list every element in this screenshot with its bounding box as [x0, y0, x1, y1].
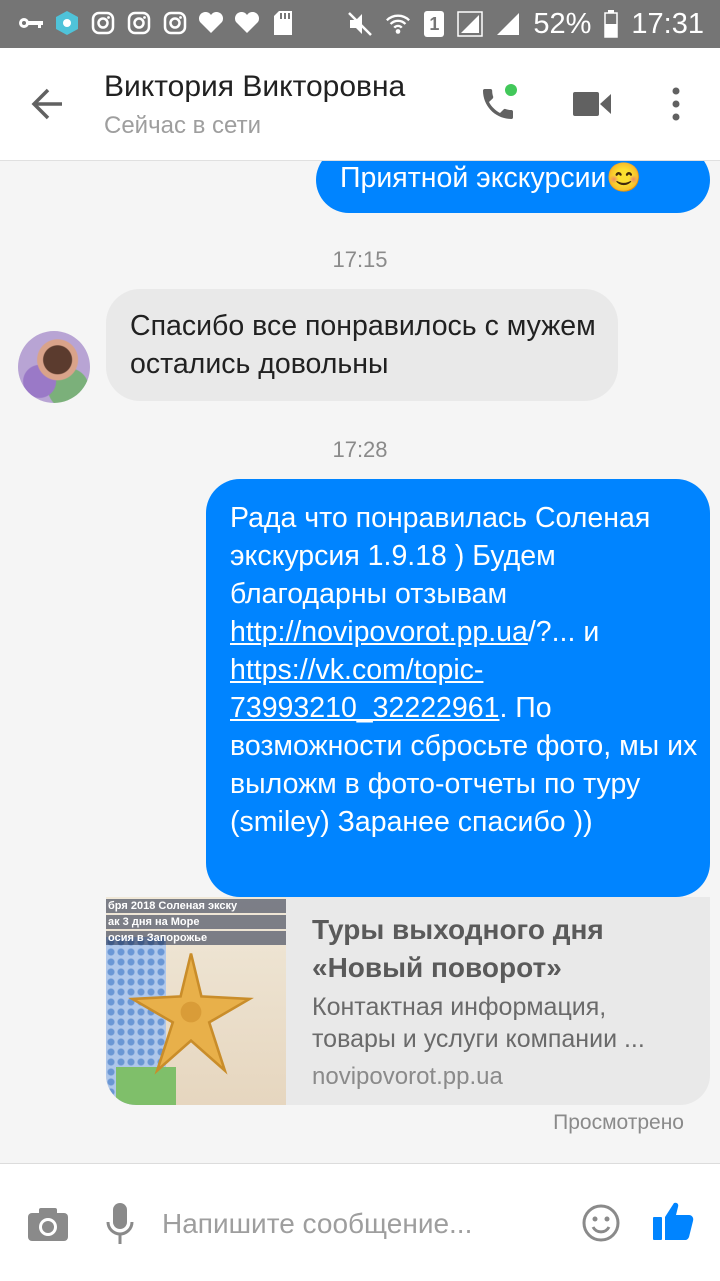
sent-message[interactable]: Приятной экскурсии😊	[316, 161, 710, 213]
preview-thumbnail: бря 2018 Соленая экску ак 3 дня на Море …	[106, 897, 286, 1105]
sd-card-icon	[270, 10, 296, 36]
online-status: Сейчас в сети	[104, 112, 261, 139]
signal-icon	[495, 11, 521, 37]
chat-header: Виктория Викторовна Сейчас в сети	[0, 48, 720, 161]
preview-title: Туры выходного дня «Новый поворот»	[312, 914, 604, 983]
smiley-icon	[582, 1204, 620, 1242]
more-options-button[interactable]	[652, 78, 700, 130]
timestamp: 17:28	[332, 437, 388, 462]
sim-number: 1	[424, 11, 445, 37]
contact-avatar[interactable]	[18, 331, 90, 403]
clock: 17:31	[631, 7, 704, 40]
heart-icon	[234, 10, 260, 36]
instagram-icon	[126, 10, 152, 36]
arrow-left-icon	[31, 88, 62, 120]
camera-button[interactable]	[26, 1202, 70, 1246]
message-text: Спасибо все понравилось с мужем остались…	[130, 310, 596, 380]
signal-icon	[457, 11, 484, 37]
camera-icon	[28, 1208, 68, 1241]
notification-icons	[18, 10, 296, 36]
microphone-icon	[106, 1203, 134, 1244]
sim-icon: 1	[423, 11, 445, 37]
starfish-image	[128, 953, 254, 1075]
message-text-part: Рада что понравилась Соленая экскурсия 1…	[230, 502, 651, 610]
status-bar: 1 52% 17:31	[0, 0, 720, 48]
message-text-part: /?... и	[527, 616, 600, 648]
link-novipovorot[interactable]: http://novipovorot.pp.ua	[230, 616, 528, 648]
online-indicator	[505, 84, 517, 96]
sent-message[interactable]: Рада что понравилась Соленая экскурсия 1…	[206, 479, 710, 897]
system-icons: 1 52% 17:31	[347, 6, 704, 42]
wifi-icon	[385, 11, 411, 37]
image-caption: ак 3 дня на Море	[106, 915, 286, 929]
message-text: Приятной экскурсии😊	[340, 162, 642, 194]
received-message[interactable]: Спасибо все понравилось с мужем остались…	[106, 289, 618, 401]
microphone-button[interactable]	[100, 1200, 140, 1248]
message-list[interactable]: Приятной экскурсии😊 17:15 Спасибо все по…	[0, 161, 720, 1163]
call-button[interactable]	[472, 78, 524, 130]
vpn-icon	[54, 10, 80, 36]
battery-percent: 52%	[533, 7, 592, 40]
video-call-button[interactable]	[566, 78, 618, 130]
like-button[interactable]	[648, 1196, 698, 1246]
seen-indicator: Просмотрено	[553, 1111, 684, 1134]
video-camera-icon	[573, 92, 611, 116]
thumbs-up-icon	[653, 1202, 694, 1240]
battery-icon	[603, 10, 619, 38]
message-input[interactable]	[162, 1202, 562, 1246]
image-caption: бря 2018 Соленая экску	[106, 899, 286, 913]
preview-description-line: Контактная информация,	[312, 993, 607, 1021]
image-caption: осия в Запорожье	[106, 931, 286, 945]
mute-icon	[347, 11, 373, 37]
timestamp: 17:15	[332, 247, 388, 272]
heart-icon	[198, 10, 224, 36]
back-button[interactable]	[22, 78, 74, 130]
more-vertical-icon	[672, 87, 680, 121]
emoji-button[interactable]	[578, 1200, 624, 1246]
contact-name[interactable]: Виктория Викторовна	[104, 70, 405, 104]
message-composer	[0, 1163, 720, 1281]
preview-description: Контактная информация, товары и услуги к…	[312, 991, 692, 1055]
preview-url: novipovorot.pp.ua	[312, 1063, 503, 1090]
instagram-icon	[90, 10, 116, 36]
preview-description-line: товары и услуги компании ...	[312, 1025, 645, 1053]
instagram-icon	[162, 10, 188, 36]
key-icon	[18, 10, 44, 36]
link-vk[interactable]: https://vk.com/topic-73993210_32222961	[230, 654, 499, 724]
link-preview-card[interactable]: бря 2018 Соленая экску ак 3 дня на Море …	[106, 897, 710, 1105]
message-text: Рада что понравилась Соленая экскурсия 1…	[230, 499, 700, 841]
